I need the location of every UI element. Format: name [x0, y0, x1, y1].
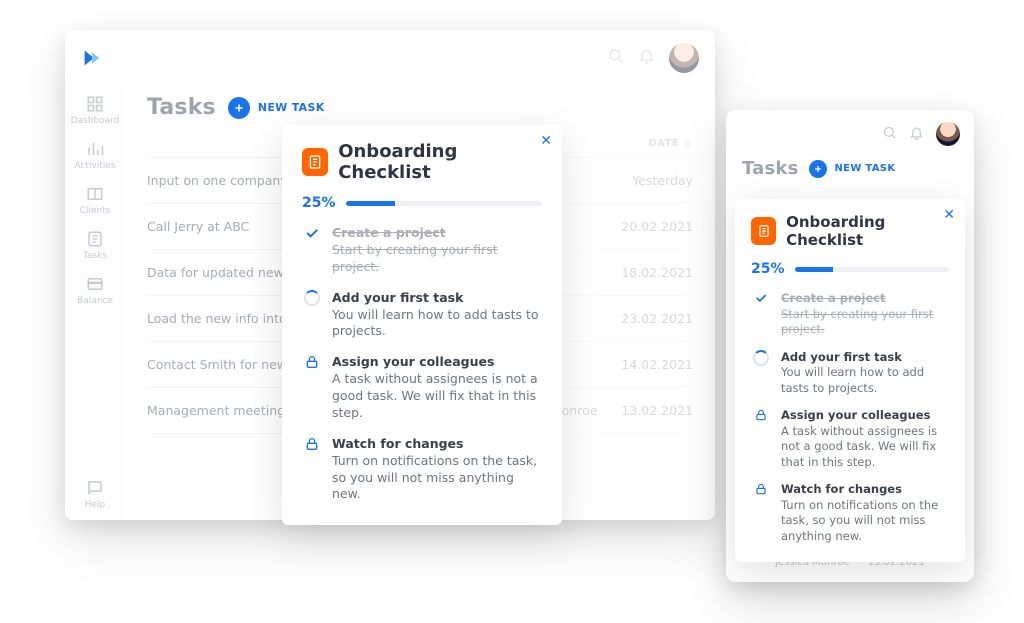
step-desc: You will learn how to add tasts to proje… — [781, 365, 924, 395]
new-task-label: NEW TASK — [258, 101, 325, 114]
step-desc: Start by creating your first project. — [781, 307, 933, 337]
sidebar-item-label: Tasks — [83, 251, 107, 261]
plus-icon — [809, 160, 827, 178]
step-desc: Turn on notifications on the task, so yo… — [781, 498, 938, 543]
search-icon[interactable] — [607, 47, 624, 68]
progress-percent: 25% — [302, 195, 336, 211]
checklist-step[interactable]: Assign your colleaguesA task without ass… — [302, 354, 542, 422]
new-task-button[interactable]: NEW TASK — [809, 160, 896, 178]
page-title: Tasks — [147, 95, 216, 120]
step-title: Watch for changes — [781, 482, 949, 498]
desktop-header — [65, 30, 715, 85]
onboarding-checklist-card: ✕ Onboarding Checklist 25% Create a proj… — [282, 125, 562, 525]
check-icon — [302, 225, 322, 276]
progress-bar — [346, 201, 542, 206]
progress-percent: 25% — [751, 261, 785, 277]
step-title: Watch for changes — [332, 436, 542, 453]
progress-fill — [795, 267, 834, 272]
checklist-icon — [751, 217, 776, 245]
new-task-label: NEW TASK — [835, 163, 896, 174]
task-date: 23.02.2021 — [621, 311, 693, 326]
checklist-steps: Create a projectStart by creating your f… — [751, 291, 949, 544]
column-date[interactable]: DATE — [648, 138, 693, 149]
onboarding-checklist-card-mobile: ✕ Onboarding Checklist 25% Create a proj… — [735, 199, 965, 562]
checklist-step[interactable]: Watch for changesTurn on notifications o… — [751, 482, 949, 544]
checklist-step[interactable]: Watch for changesTurn on notifications o… — [302, 436, 542, 504]
progress-fill — [346, 201, 395, 206]
step-title: Assign your colleagues — [332, 354, 542, 371]
spinner-icon — [751, 350, 771, 397]
mobile-header — [726, 110, 974, 158]
checklist-step[interactable]: Create a projectStart by creating your f… — [751, 291, 949, 338]
sidebar-item-label: Help — [85, 500, 106, 510]
sidebar-item-label: Clients — [80, 206, 111, 216]
sort-icon — [683, 139, 693, 149]
lock-icon — [751, 482, 771, 544]
progress-indicator: 25% — [302, 195, 542, 211]
sidebar-item-label: Activities — [74, 161, 115, 171]
task-title: Call Jerry at ABC — [147, 219, 249, 234]
checklist-icon — [302, 148, 328, 176]
checklist-step[interactable]: Assign your colleaguesA task without ass… — [751, 408, 949, 470]
close-icon[interactable]: ✕ — [943, 207, 955, 223]
sidebar-item-activities[interactable]: Activities — [74, 140, 115, 171]
notifications-icon[interactable] — [638, 47, 655, 68]
avatar[interactable] — [669, 43, 699, 73]
task-date: 13.02.2021 — [621, 403, 693, 418]
checklist-title: Onboarding Checklist — [338, 141, 542, 183]
sidebar-item-label: Dashboard — [71, 116, 120, 126]
page-title: Tasks — [742, 158, 799, 179]
sidebar-item-tasks[interactable]: Tasks — [83, 230, 107, 261]
lock-icon — [751, 408, 771, 470]
checklist-step[interactable]: Add your first taskYou will learn how to… — [751, 350, 949, 397]
spinner-icon — [302, 290, 322, 341]
checklist-step[interactable]: Add your first taskYou will learn how to… — [302, 290, 542, 341]
checklist-step[interactable]: Create a projectStart by creating your f… — [302, 225, 542, 276]
plus-icon — [228, 97, 250, 119]
step-desc: Turn on notifications on the task, so yo… — [332, 453, 537, 502]
sidebar-item-clients[interactable]: Clients — [80, 185, 111, 216]
step-desc: Start by creating your first project. — [332, 242, 498, 274]
progress-indicator: 25% — [751, 261, 949, 277]
step-title: Create a project — [332, 225, 542, 242]
step-title: Assign your colleagues — [781, 408, 949, 424]
checklist-title: Onboarding Checklist — [786, 213, 949, 249]
lock-icon — [302, 436, 322, 504]
step-title: Add your first task — [332, 290, 542, 307]
notifications-icon[interactable] — [909, 125, 924, 144]
step-desc: You will learn how to add tasts to proje… — [332, 307, 539, 339]
close-icon[interactable]: ✕ — [540, 133, 552, 149]
step-title: Create a project — [781, 291, 949, 307]
sidebar-nav: Dashboard Activities Clients Tasks Balan… — [65, 85, 125, 520]
task-date: 14.02.2021 — [621, 357, 693, 372]
step-title: Add your first task — [781, 350, 949, 366]
step-desc: A task without assignees is not a good t… — [781, 424, 937, 469]
sidebar-item-balance[interactable]: Balance — [77, 275, 113, 306]
app-logo-icon — [81, 47, 103, 69]
task-title: Management meeting — [147, 403, 285, 418]
progress-bar — [795, 267, 949, 272]
task-date: 18.02.2021 — [621, 265, 693, 280]
sidebar-item-label: Balance — [77, 296, 113, 306]
sidebar-item-dashboard[interactable]: Dashboard — [71, 95, 120, 126]
task-date: Yesterday — [629, 173, 693, 188]
search-icon[interactable] — [882, 125, 897, 144]
task-date: 20.02.2021 — [621, 219, 693, 234]
lock-icon — [302, 354, 322, 422]
sidebar-item-help[interactable]: Help — [85, 479, 106, 510]
avatar[interactable] — [936, 122, 960, 146]
step-desc: A task without assignees is not a good t… — [332, 371, 538, 420]
check-icon — [751, 291, 771, 338]
checklist-steps: Create a projectStart by creating your f… — [302, 225, 542, 503]
new-task-button[interactable]: NEW TASK — [228, 97, 325, 119]
